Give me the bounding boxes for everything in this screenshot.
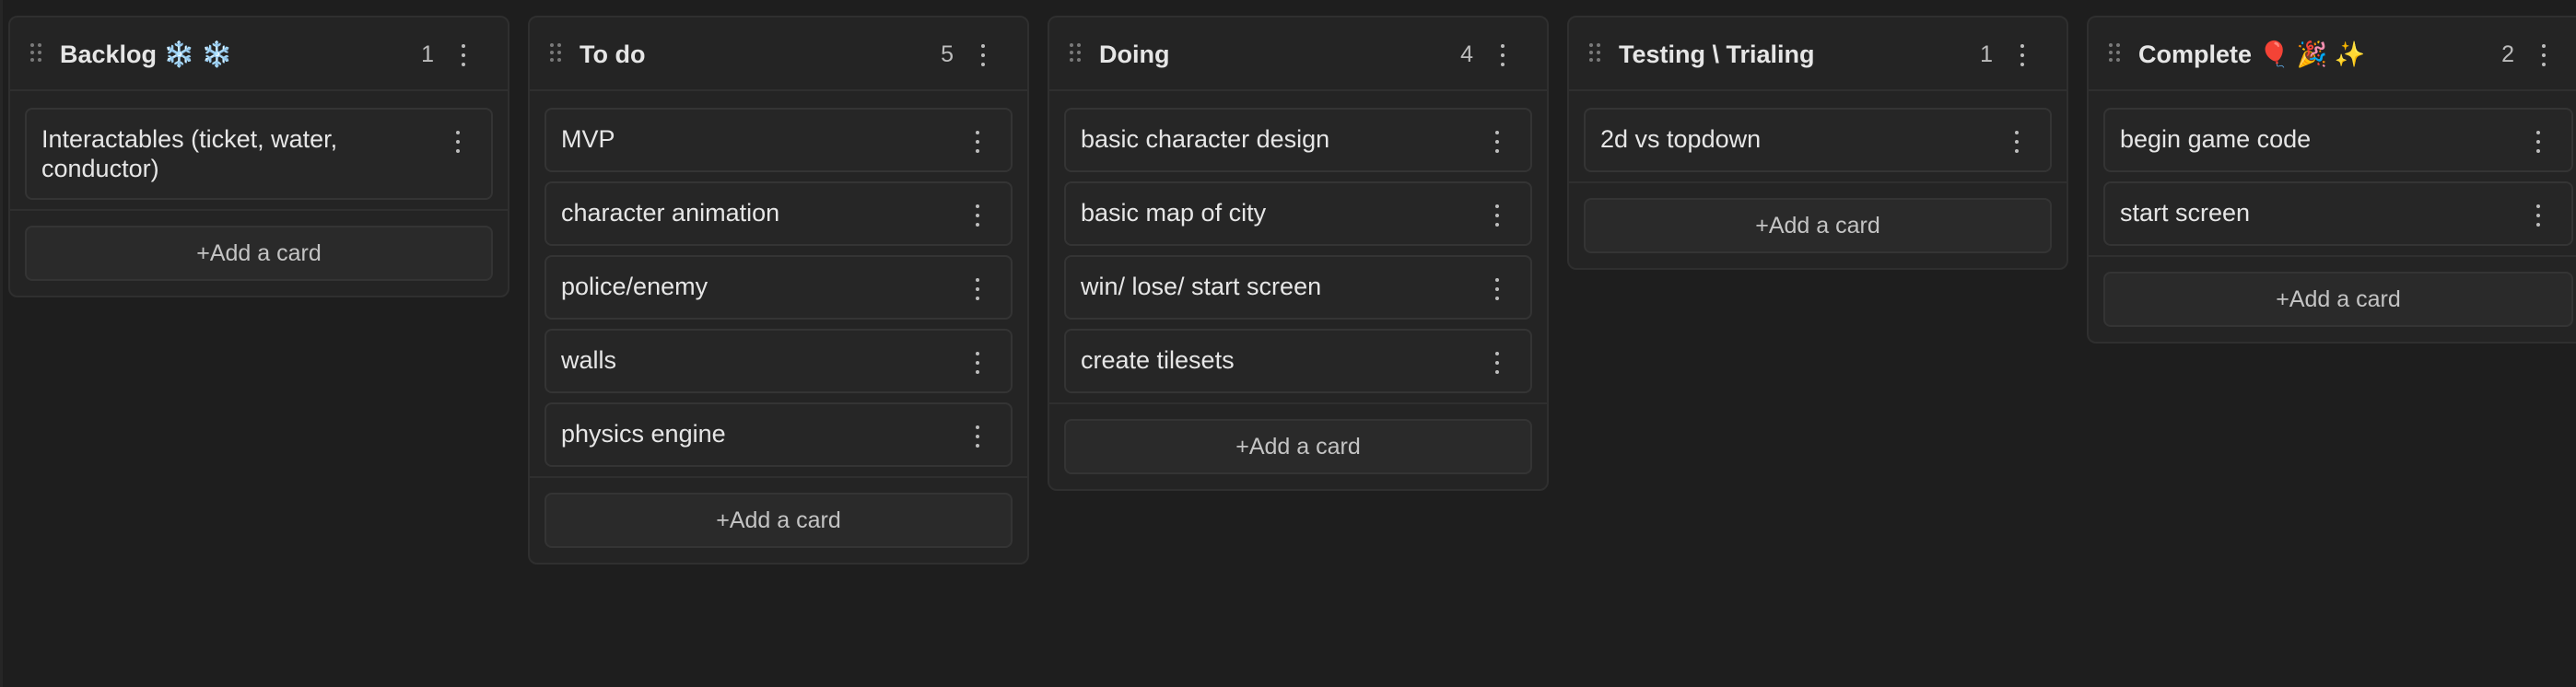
card-title: basic map of city <box>1081 199 1267 227</box>
card[interactable]: win/ lose/ start screen <box>1064 255 1532 320</box>
card-count: 5 <box>941 41 954 67</box>
drag-handle-icon[interactable] <box>550 43 563 64</box>
column-title[interactable]: Doing <box>1099 38 1169 71</box>
add-card-button[interactable]: +Add a card <box>25 226 493 281</box>
card-title: begin game code <box>2120 125 2312 153</box>
card[interactable]: basic map of city <box>1064 181 1532 246</box>
more-vertical-icon[interactable] <box>968 275 987 303</box>
more-vertical-icon[interactable] <box>1488 275 1506 303</box>
card[interactable]: start screen <box>2103 181 2573 246</box>
card-title: win/ lose/ start screen <box>1081 273 1322 300</box>
add-card-button[interactable]: +Add a card <box>544 493 1013 548</box>
column-footer: +Add a card <box>530 476 1027 563</box>
column-backlog: Backlog ❄️ ❄️ 1 Interactables (ticket, w… <box>8 16 509 297</box>
card[interactable]: character animation <box>544 181 1013 246</box>
card-list: basic character design basic map of city… <box>1049 91 1547 393</box>
card-list: MVP character animation police/enemy wal… <box>530 91 1027 467</box>
drag-handle-icon[interactable] <box>2109 43 2122 64</box>
card[interactable]: MVP <box>544 108 1013 172</box>
card[interactable]: Interactables (ticket, water, conductor) <box>25 108 493 200</box>
add-card-button[interactable]: +Add a card <box>2103 272 2573 327</box>
column-header: Doing 4 <box>1049 17 1547 91</box>
card-list: begin game code start screen <box>2089 91 2576 246</box>
card[interactable]: 2d vs topdown <box>1584 108 2052 172</box>
card-title: 2d vs topdown <box>1600 125 1762 153</box>
add-card-button[interactable]: +Add a card <box>1584 198 2052 253</box>
card-count: 2 <box>2501 41 2514 67</box>
kanban-board: Backlog ❄️ ❄️ 1 Interactables (ticket, w… <box>0 0 2576 687</box>
card-title: start screen <box>2120 199 2251 227</box>
card-title: MVP <box>561 125 615 153</box>
card-list: 2d vs topdown <box>1569 91 2067 172</box>
card-title: character animation <box>561 199 780 227</box>
card-count: 1 <box>421 41 434 67</box>
add-card-button[interactable]: +Add a card <box>1064 419 1532 474</box>
card-title: create tilesets <box>1081 346 1235 374</box>
card-title: basic character design <box>1081 125 1330 153</box>
card-title: Interactables (ticket, water, conductor) <box>41 125 338 182</box>
card[interactable]: walls <box>544 329 1013 393</box>
more-vertical-icon[interactable] <box>2529 202 2547 229</box>
card[interactable]: police/enemy <box>544 255 1013 320</box>
column-header: To do 5 <box>530 17 1027 91</box>
column-header: Testing \ Trialing 1 <box>1569 17 2067 91</box>
column-footer: +Add a card <box>1569 181 2067 268</box>
left-divider <box>0 0 3 687</box>
more-vertical-icon[interactable] <box>1488 349 1506 377</box>
card[interactable]: begin game code <box>2103 108 2573 172</box>
column-doing: Doing 4 basic character design basic map… <box>1048 16 1549 491</box>
column-title[interactable]: Testing \ Trialing <box>1619 38 1815 71</box>
more-vertical-icon[interactable] <box>1488 128 1506 156</box>
card-title: physics engine <box>561 420 726 448</box>
more-vertical-icon[interactable] <box>449 128 467 156</box>
more-vertical-icon[interactable] <box>2013 41 2032 69</box>
card[interactable]: physics engine <box>544 402 1013 467</box>
drag-handle-icon[interactable] <box>1070 43 1083 64</box>
more-vertical-icon[interactable] <box>968 128 987 156</box>
card-count: 4 <box>1460 41 1473 67</box>
column-to-do: To do 5 MVP character animation police/e… <box>528 16 1029 565</box>
card-title: police/enemy <box>561 273 708 300</box>
column-footer: +Add a card <box>10 209 508 296</box>
column-footer: +Add a card <box>1049 402 1547 489</box>
card[interactable]: basic character design <box>1064 108 1532 172</box>
column-header: Backlog ❄️ ❄️ 1 <box>10 17 508 91</box>
card-list: Interactables (ticket, water, conductor) <box>10 91 508 200</box>
column-header: Complete 🎈 🎉 ✨ 2 <box>2089 17 2576 91</box>
more-vertical-icon[interactable] <box>2535 41 2553 69</box>
card[interactable]: create tilesets <box>1064 329 1532 393</box>
card-title: walls <box>561 346 617 374</box>
column-title[interactable]: Complete 🎈 🎉 ✨ <box>2138 38 2365 71</box>
card-count: 1 <box>1980 41 1993 67</box>
column-complete: Complete 🎈 🎉 ✨ 2 begin game code start s… <box>2087 16 2576 344</box>
column-testing-trialing: Testing \ Trialing 1 2d vs topdown +Add … <box>1567 16 2068 270</box>
more-vertical-icon[interactable] <box>968 423 987 450</box>
drag-handle-icon[interactable] <box>1589 43 1602 64</box>
more-vertical-icon[interactable] <box>1488 202 1506 229</box>
column-footer: +Add a card <box>2089 255 2576 342</box>
more-vertical-icon[interactable] <box>2008 128 2026 156</box>
column-title[interactable]: Backlog ❄️ ❄️ <box>60 38 232 71</box>
more-vertical-icon[interactable] <box>968 349 987 377</box>
more-vertical-icon[interactable] <box>2529 128 2547 156</box>
drag-handle-icon[interactable] <box>30 43 43 64</box>
more-vertical-icon[interactable] <box>454 41 473 69</box>
column-title[interactable]: To do <box>580 38 645 71</box>
more-vertical-icon[interactable] <box>968 202 987 229</box>
more-vertical-icon[interactable] <box>974 41 992 69</box>
more-vertical-icon[interactable] <box>1493 41 1512 69</box>
